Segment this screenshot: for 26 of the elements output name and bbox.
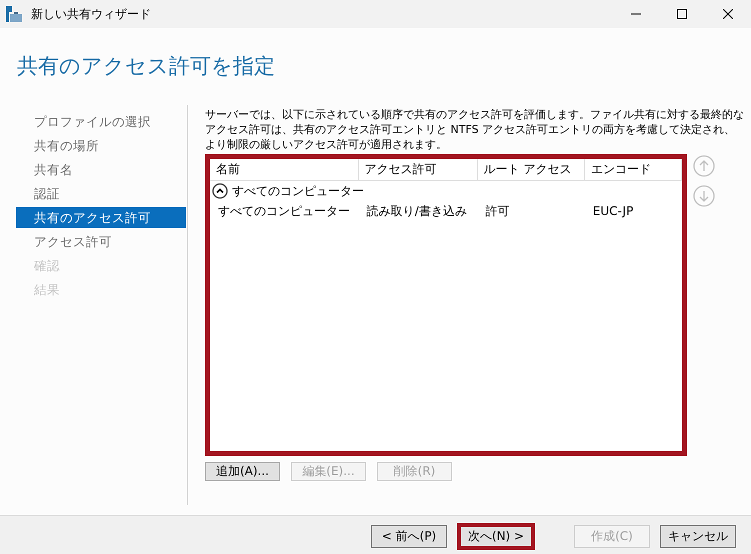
table-cell: 許可 bbox=[486, 204, 510, 218]
table-cell: EUC-JP bbox=[592, 204, 634, 218]
nav-item[interactable]: 共有のアクセス許可 bbox=[16, 207, 186, 228]
nav-item[interactable]: 共有の場所 bbox=[16, 135, 186, 156]
maximize-icon[interactable] bbox=[677, 9, 687, 19]
wizard-button[interactable]: < 前へ(P) bbox=[371, 524, 447, 548]
wizard-button[interactable]: キャンセル bbox=[660, 524, 736, 548]
table-cell: 読み取り/書き込み bbox=[366, 204, 467, 218]
nav-item[interactable]: アクセス許可 bbox=[16, 231, 186, 252]
nav-item[interactable]: プロファイルの選択 bbox=[16, 111, 186, 132]
table-cell: すべてのコンピューター bbox=[218, 204, 350, 218]
list-button[interactable]: 追加(A)... bbox=[205, 462, 280, 481]
column-header[interactable]: エンコード bbox=[584, 159, 682, 180]
column-header[interactable]: ルート アクセス bbox=[478, 159, 585, 180]
column-header[interactable]: アクセス許可 bbox=[358, 159, 478, 180]
group-label: すべてのコンピューター bbox=[232, 182, 364, 200]
collapse-icon[interactable] bbox=[212, 183, 228, 199]
nav-item[interactable]: 共有名 bbox=[16, 159, 186, 180]
nav-item[interactable]: 認証 bbox=[16, 183, 186, 204]
window-title: 新しい共有ウィザード bbox=[31, 6, 151, 22]
close-icon[interactable] bbox=[723, 9, 733, 19]
app-icon bbox=[5, 5, 23, 23]
column-header[interactable]: 名前 bbox=[210, 159, 359, 180]
description-text: サーバーでは、以下に示されている順序で共有のアクセス許可を評価します。ファイル共有に対する最終的なアクセス許可は、共有のアクセス許可エントリと NTFS アクセス許可エントリの両方を考慮して決定され、より制限の厳しいアクセス許可が適用されます。 bbox=[205, 107, 745, 152]
wizard-button[interactable]: 次へ(N) > bbox=[457, 522, 535, 550]
page-heading: 共有のアクセス許可を指定 bbox=[16, 53, 276, 80]
